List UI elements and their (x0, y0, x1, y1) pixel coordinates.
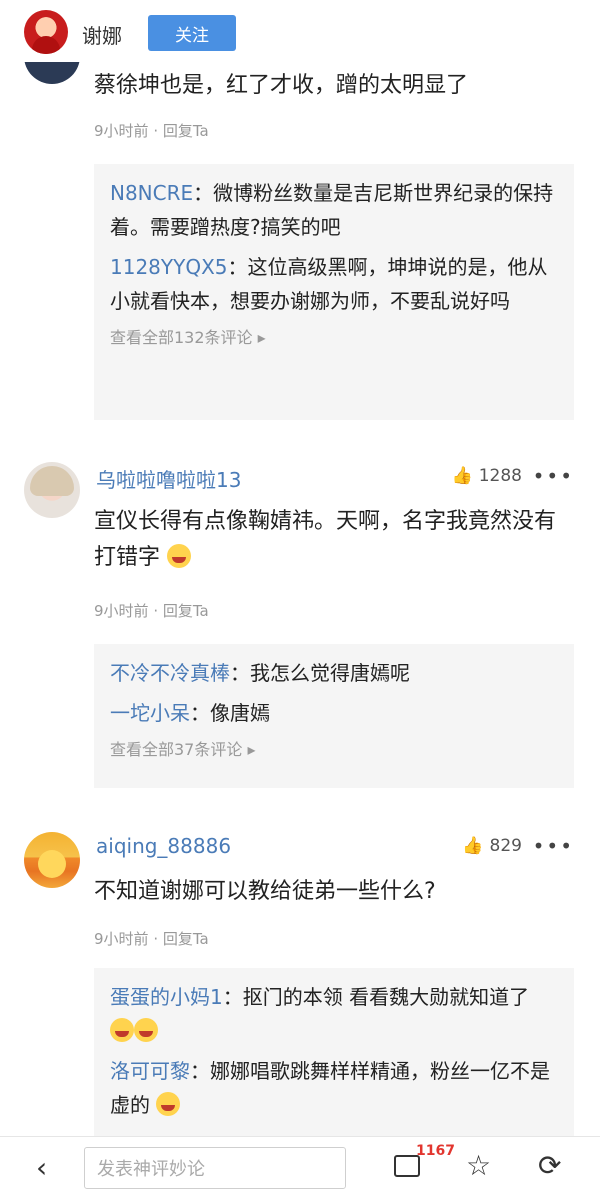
laughing-tears-emoji-icon (134, 1018, 158, 1042)
avatar[interactable] (24, 462, 80, 518)
follow-button[interactable]: 关注 (148, 15, 236, 51)
comment-time: 9小时前 (94, 930, 149, 948)
avatar[interactable] (24, 62, 80, 84)
reply-author[interactable]: 不冷不冷真棒 (110, 661, 230, 685)
comment-meta: 9小时前 · 回复Ta (94, 602, 209, 620)
like-count: 1288 (478, 466, 522, 486)
reply-text: ：像唐嫣 (190, 701, 270, 725)
reply-box[interactable]: 蛋蛋的小妈1：抠门的本领 看看魏大勋就知道了 洛可可黎：娜娜唱歌跳舞样样精通，粉… (94, 968, 574, 1136)
reply-item[interactable]: 1128YYQX5：这位高级黑啊，坤坤说的是，他从小就看快本，想要办谢娜为师，不… (110, 250, 558, 318)
reply-author[interactable]: 蛋蛋的小妈1 (110, 985, 223, 1009)
comment-list[interactable]: 蔡徐坤也是，红了才收，蹭的太明显了 9小时前 · 回复Ta N8NCRE：微博粉… (0, 62, 600, 1136)
share-icon[interactable]: ⟳ (538, 1149, 561, 1182)
comment-author[interactable]: 乌啦啦噜啦啦13 (96, 464, 241, 493)
reply-item[interactable]: 洛可可黎：娜娜唱歌跳舞样样精通，粉丝一亿不是虚的 (110, 1054, 558, 1122)
avatar[interactable] (24, 832, 80, 888)
chevron-left-icon[interactable]: ‹ (36, 1151, 47, 1184)
reply-item[interactable]: 一坨小呆：像唐嫣 (110, 696, 558, 730)
view-all-comments-link[interactable]: 查看全部37条评论 ▸ (110, 736, 558, 760)
thumbs-up-icon: 👍 (451, 466, 473, 486)
reply-item[interactable]: 不冷不冷真棒：我怎么觉得唐嫣呢 (110, 656, 558, 690)
star-icon[interactable]: ☆ (466, 1149, 491, 1182)
laughing-tears-emoji-icon (167, 544, 192, 568)
reply-link[interactable]: 回复Ta (163, 122, 209, 140)
reply-text: ：我怎么觉得唐嫣呢 (230, 661, 410, 685)
reply-link[interactable]: 回复Ta (163, 602, 209, 620)
reply-author[interactable]: 一坨小呆 (110, 701, 190, 725)
comment-author[interactable]: aiqing_88886 (96, 834, 231, 858)
comment-text: 不知道谢娜可以教给徒弟一些什么? (94, 879, 436, 904)
reply-text: ：抠门的本领 看看魏大勋就知道了 (222, 985, 530, 1009)
reply-item[interactable]: N8NCRE：微博粉丝数量是吉尼斯世界纪录的保持着。需要蹭热度?搞笑的吧 (110, 176, 558, 244)
more-options-icon[interactable]: ••• (533, 464, 574, 488)
reply-link[interactable]: 回复Ta (163, 930, 209, 948)
laughing-tears-emoji-icon (110, 1018, 134, 1042)
like-button[interactable]: 👍 829 (462, 836, 522, 856)
comment-meta: 9小时前 · 回复Ta (94, 930, 209, 948)
reply-box[interactable]: 不冷不冷真棒：我怎么觉得唐嫣呢 一坨小呆：像唐嫣 查看全部37条评论 ▸ (94, 644, 574, 788)
author-name[interactable]: 谢娜 (82, 20, 122, 49)
reply-item[interactable]: 蛋蛋的小妈1：抠门的本领 看看魏大勋就知道了 (110, 980, 558, 1048)
thumbs-up-icon: 👍 (462, 836, 484, 856)
comment-input[interactable]: 发表神评妙论 (84, 1147, 346, 1189)
author-avatar[interactable] (24, 10, 68, 54)
reply-author[interactable]: 洛可可黎 (110, 1059, 190, 1083)
like-count: 829 (489, 836, 522, 856)
bottom-action-bar: ‹ 发表神评妙论 1167 ☆ ⟳ (0, 1136, 600, 1200)
article-header: 谢娜 关注 (0, 0, 600, 62)
comment-meta: 9小时前 · 回复Ta (94, 122, 209, 140)
surprised-emoji-icon (156, 1092, 181, 1116)
reply-author[interactable]: N8NCRE (110, 181, 193, 205)
reply-author[interactable]: 1128YYQX5 (110, 255, 228, 279)
comment-text: 宣仪长得有点像鞠婧祎。天啊，名字我竟然没有打错字 (94, 504, 574, 576)
view-all-comments-link[interactable]: 查看全部132条评论 ▸ (110, 324, 558, 348)
more-options-icon[interactable]: ••• (533, 834, 574, 858)
comment-count-badge: 1167 (416, 1143, 455, 1159)
reply-box[interactable]: N8NCRE：微博粉丝数量是吉尼斯世界纪录的保持着。需要蹭热度?搞笑的吧 112… (94, 164, 574, 420)
comment-text: 蔡徐坤也是，红了才收，蹭的太明显了 (94, 73, 469, 98)
comment-text-content: 宣仪长得有点像鞠婧祎。天啊，名字我竟然没有打错字 (94, 509, 557, 570)
comment-time: 9小时前 (94, 602, 149, 620)
like-button[interactable]: 👍 1288 (452, 466, 522, 486)
comment-time: 9小时前 (94, 122, 149, 140)
